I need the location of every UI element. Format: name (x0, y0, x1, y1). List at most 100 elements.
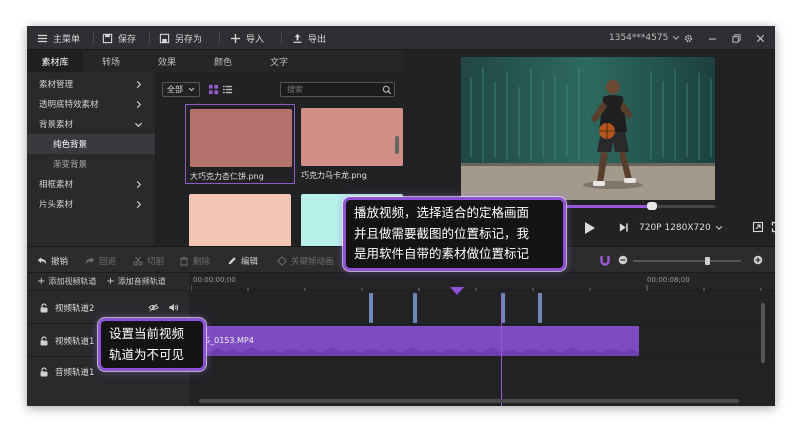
sidebar-item-gradient-background[interactable]: 渐变背景 (27, 154, 155, 174)
save-as-button[interactable]: 另存为 (159, 26, 202, 50)
progress-knob[interactable] (646, 202, 657, 210)
basketball-player-image (461, 57, 715, 200)
tab-text[interactable]: 文字 (251, 50, 307, 72)
undo-label: 撤销 (51, 256, 69, 267)
grid-view-icon[interactable] (208, 84, 219, 95)
ruler-ticks (191, 285, 762, 291)
lane-video2[interactable] (191, 292, 775, 325)
zoom-in-icon[interactable] (753, 255, 763, 265)
tab-library[interactable]: 素材库 (27, 50, 83, 72)
sidebar-item-asset-manager[interactable]: 素材管理 (27, 74, 155, 94)
export-button[interactable]: 导出 (292, 26, 326, 50)
add-audio-track-label: 添加音频轨道 (117, 277, 166, 286)
resolution-dropdown[interactable]: 720P 1280X720 (639, 220, 723, 236)
position-marker[interactable] (538, 293, 542, 323)
cut-button[interactable]: 切割 (133, 247, 164, 274)
sidebar-item-frames[interactable]: 相框素材 (27, 174, 155, 194)
tab-colors[interactable]: 颜色 (195, 50, 251, 72)
position-marker[interactable] (413, 293, 417, 323)
position-marker[interactable] (369, 293, 373, 323)
callout-pointer (450, 287, 464, 295)
plus-icon: + (106, 276, 115, 287)
restore-button[interactable] (732, 26, 741, 50)
chevron-right-icon (136, 100, 142, 108)
keyframe-label: 关键帧动画 (291, 256, 334, 267)
asset-item[interactable]: 大巧克力杏仁饼.png (185, 104, 295, 184)
restore-icon (732, 33, 741, 43)
undo-button[interactable]: 撤销 (37, 247, 68, 274)
callout-line: 并且做需要截图的位置标记，我 (354, 225, 530, 241)
time-ruler[interactable]: 00:00:00;00 00:00:08;00 (191, 273, 775, 291)
chevron-down-icon (188, 87, 195, 92)
zoom-out-icon[interactable] (618, 255, 628, 265)
main-menu-button[interactable]: 主菜单 (37, 26, 80, 50)
fullscreen-icon[interactable] (771, 221, 775, 233)
edit-button[interactable]: 编辑 (227, 247, 258, 274)
account-dropdown[interactable]: 1354***4575 (609, 26, 680, 50)
add-video-track-button[interactable]: + 添加视频轨道 (27, 276, 96, 287)
tab-transitions[interactable]: 转场 (83, 50, 139, 72)
resolution-value: 720P 1280X720 (639, 223, 711, 233)
delete-button[interactable]: 删除 (179, 247, 210, 274)
eye-off-icon[interactable] (148, 302, 159, 313)
minimize-button[interactable] (708, 26, 717, 50)
search-input[interactable] (280, 82, 395, 97)
filter-value: 全部 (167, 85, 183, 94)
upload-icon (293, 33, 302, 43)
browser-scrollbar[interactable] (395, 136, 399, 154)
close-icon (756, 34, 765, 42)
delete-label: 删除 (193, 256, 211, 267)
timeline-horizontal-scrollbar[interactable] (199, 399, 739, 403)
asset-thumbnail (301, 108, 403, 166)
keyframe-button[interactable]: 关键帧动画 (277, 247, 334, 274)
save-button[interactable]: 保存 (102, 26, 136, 50)
sidebar-item-intros[interactable]: 片头素材 (27, 194, 155, 214)
timeline[interactable]: 00:00:00;00 00:00:08;00 MG_0153.MP4 (191, 273, 775, 406)
chevron-down-icon (134, 122, 143, 127)
save-icon (102, 33, 113, 43)
tab-effects[interactable]: 效果 (139, 50, 195, 72)
video-clip[interactable]: MG_0153.MP4 (191, 326, 639, 356)
playhead[interactable] (501, 297, 502, 406)
asset-item[interactable]: 巧克力马卡龙.png (297, 104, 407, 184)
asset-thumbnail (190, 109, 292, 167)
filter-dropdown[interactable]: 全部 (162, 82, 200, 97)
edit-label: 编辑 (241, 256, 259, 267)
timeline-vertical-scrollbar[interactable] (761, 303, 765, 363)
lane-video1[interactable]: MG_0153.MP4 (191, 325, 775, 358)
add-audio-track-button[interactable]: + 添加音频轨道 (96, 276, 165, 287)
save-as-label: 另存为 (175, 34, 203, 45)
ruler-start-time: 00:00:00;00 (193, 276, 236, 284)
chevron-down-icon (715, 226, 722, 230)
close-button[interactable] (756, 26, 765, 50)
magnet-icon[interactable] (600, 255, 610, 266)
account-label: 1354***4575 (609, 33, 669, 43)
save-as-icon (159, 33, 170, 43)
sidebar-item-background[interactable]: 背景素材 (27, 114, 155, 134)
sidebar-item-transparent-effects[interactable]: 透明底特效素材 (27, 94, 155, 114)
clip-waveform (191, 347, 639, 356)
unlock-icon[interactable] (39, 367, 49, 377)
sidebar-item-label: 素材管理 (39, 80, 74, 90)
list-view-icon[interactable] (222, 84, 233, 95)
sidebar-item-label: 透明底特效素材 (39, 100, 99, 110)
unlock-icon[interactable] (39, 302, 49, 313)
export-frame-icon[interactable] (752, 221, 764, 233)
volume-icon[interactable] (168, 302, 179, 313)
plus-icon: + (37, 276, 46, 287)
play-icon[interactable] (581, 220, 597, 236)
keyframe-icon (277, 255, 287, 266)
settings-button[interactable] (684, 26, 693, 50)
ruler-mid-time: 00:00:08;00 (647, 276, 690, 284)
next-frame-icon[interactable] (618, 222, 629, 233)
sidebar-item-solid-background[interactable]: 纯色背景 (27, 134, 155, 154)
zoom-slider[interactable] (633, 257, 741, 265)
lane-audio1[interactable] (191, 358, 775, 386)
undo-icon (37, 256, 47, 264)
panel-tabs: 素材库 转场 效果 颜色 文字 (27, 50, 403, 72)
zoom-slider-knob[interactable] (705, 257, 710, 265)
import-button[interactable]: 导入 (230, 26, 264, 50)
unlock-icon[interactable] (39, 335, 49, 346)
redo-button[interactable]: 回退 (85, 247, 116, 274)
asset-thumbnail (189, 194, 291, 252)
